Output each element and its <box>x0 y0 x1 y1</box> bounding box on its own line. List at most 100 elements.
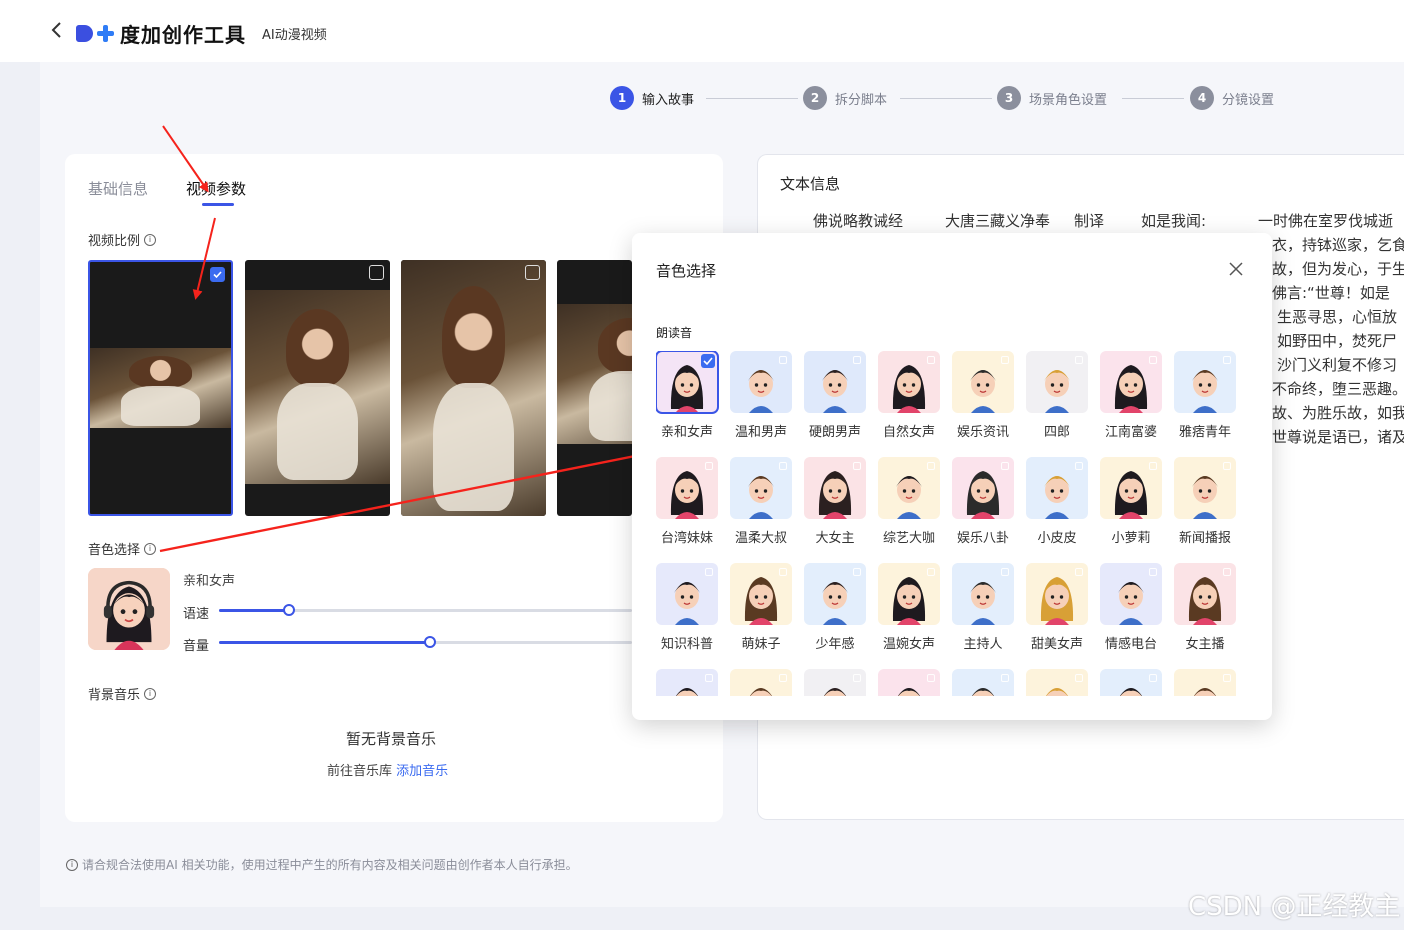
voice-avatar[interactable] <box>656 669 718 696</box>
voice-avatar[interactable] <box>1026 563 1088 625</box>
voice-option[interactable]: 情感电台 <box>1100 563 1162 652</box>
voice-option[interactable]: 萌妹子 <box>730 563 792 652</box>
step-1[interactable]: 1 输入故事 <box>610 86 694 110</box>
ratio-option-9-16[interactable] <box>401 260 546 516</box>
voice-avatar[interactable] <box>952 457 1014 519</box>
voice-option[interactable]: 温柔大叔 <box>730 457 792 546</box>
checkbox-icon[interactable] <box>1149 568 1157 576</box>
voice-avatar[interactable] <box>878 563 940 625</box>
checkbox-icon[interactable] <box>1223 568 1231 576</box>
voice-avatar[interactable] <box>656 563 718 625</box>
voice-avatar[interactable] <box>878 351 940 413</box>
step-2[interactable]: 2 拆分脚本 <box>803 86 887 110</box>
checkbox-icon[interactable] <box>1001 356 1009 364</box>
voice-avatar[interactable] <box>878 457 940 519</box>
voice-option[interactable]: 自然女声 <box>878 351 940 440</box>
voice-option[interactable]: 小萝莉 <box>1100 457 1162 546</box>
voice-avatar[interactable] <box>878 669 940 696</box>
voice-option[interactable] <box>1174 669 1236 696</box>
checkbox-checked-icon[interactable] <box>210 267 225 282</box>
checkbox-icon[interactable] <box>525 265 540 280</box>
checkbox-icon[interactable] <box>779 568 787 576</box>
checkbox-icon[interactable] <box>1223 356 1231 364</box>
voice-option[interactable]: 台湾妹妹 <box>656 457 718 546</box>
checkbox-icon[interactable] <box>853 356 861 364</box>
ratio-option-3-4[interactable] <box>245 260 390 516</box>
voice-option[interactable]: 娱乐八卦 <box>952 457 1014 546</box>
voice-option[interactable]: 大女主 <box>804 457 866 546</box>
voice-option[interactable]: 小皮皮 <box>1026 457 1088 546</box>
voice-option[interactable] <box>730 669 792 696</box>
voice-avatar[interactable] <box>1100 457 1162 519</box>
voice-avatar[interactable] <box>730 669 792 696</box>
voice-avatar[interactable] <box>1174 669 1236 696</box>
checkbox-icon[interactable] <box>779 462 787 470</box>
close-icon[interactable] <box>1228 261 1244 277</box>
voice-avatar[interactable] <box>952 563 1014 625</box>
voice-option[interactable] <box>952 669 1014 696</box>
voice-option[interactable] <box>656 669 718 696</box>
voice-option[interactable]: 知识科普 <box>656 563 718 652</box>
voice-avatar[interactable] <box>952 351 1014 413</box>
voice-avatar[interactable] <box>804 457 866 519</box>
voice-option[interactable]: 温婉女声 <box>878 563 940 652</box>
checkbox-icon[interactable] <box>779 674 787 682</box>
voice-option[interactable]: 江南富婆 <box>1100 351 1162 440</box>
checkbox-icon[interactable] <box>927 674 935 682</box>
voice-avatar[interactable] <box>88 568 170 650</box>
checkbox-icon[interactable] <box>705 462 713 470</box>
voice-avatar[interactable] <box>1174 457 1236 519</box>
voice-avatar[interactable] <box>1174 351 1236 413</box>
voice-avatar[interactable] <box>1100 669 1162 696</box>
voice-option[interactable]: 综艺大咖 <box>878 457 940 546</box>
volume-slider-handle[interactable] <box>423 636 436 648</box>
checkbox-icon[interactable] <box>1001 674 1009 682</box>
speed-slider[interactable] <box>219 604 632 616</box>
checkbox-icon[interactable] <box>927 568 935 576</box>
voice-option[interactable]: 主持人 <box>952 563 1014 652</box>
voice-avatar[interactable] <box>952 669 1014 696</box>
voice-avatar[interactable] <box>656 351 719 414</box>
checkbox-icon[interactable] <box>853 568 861 576</box>
voice-avatar[interactable] <box>804 669 866 696</box>
voice-avatar[interactable] <box>730 351 792 413</box>
voice-option[interactable] <box>878 669 940 696</box>
checkbox-icon[interactable] <box>779 356 787 364</box>
ratio-option-4-3[interactable] <box>557 260 632 516</box>
voice-option[interactable] <box>1100 669 1162 696</box>
voice-avatar[interactable] <box>804 351 866 413</box>
voice-avatar[interactable] <box>730 563 792 625</box>
checkbox-icon[interactable] <box>1001 568 1009 576</box>
voice-option[interactable] <box>1026 669 1088 696</box>
checkbox-icon[interactable] <box>927 462 935 470</box>
voice-option[interactable]: 娱乐资讯 <box>952 351 1014 440</box>
voice-option[interactable] <box>804 669 866 696</box>
checkbox-icon[interactable] <box>927 356 935 364</box>
voice-avatar[interactable] <box>1026 457 1088 519</box>
checkbox-icon[interactable] <box>369 265 384 280</box>
checkbox-icon[interactable] <box>1149 462 1157 470</box>
checkbox-icon[interactable] <box>1149 356 1157 364</box>
voice-option[interactable]: 温和男声 <box>730 351 792 440</box>
tab-video-params[interactable]: 视频参数 <box>186 178 246 199</box>
volume-slider[interactable] <box>219 636 632 648</box>
voice-option[interactable]: 硬朗男声 <box>804 351 866 440</box>
tab-basic-info[interactable]: 基础信息 <box>88 178 148 199</box>
ratio-option-16-9[interactable] <box>88 260 233 516</box>
voice-option[interactable]: 少年感 <box>804 563 866 652</box>
checkbox-icon[interactable] <box>1223 462 1231 470</box>
voice-avatar[interactable] <box>804 563 866 625</box>
checkbox-icon[interactable] <box>1075 674 1083 682</box>
checkbox-icon[interactable] <box>1075 356 1083 364</box>
checkbox-icon[interactable] <box>1223 674 1231 682</box>
voice-option[interactable]: 甜美女声 <box>1026 563 1088 652</box>
info-icon[interactable]: i <box>144 233 157 246</box>
checkbox-icon[interactable] <box>1001 462 1009 470</box>
step-4[interactable]: 4 分镜设置 <box>1190 86 1274 110</box>
add-music-link[interactable]: 添加音乐 <box>396 764 448 779</box>
voice-avatar[interactable] <box>1100 563 1162 625</box>
checkbox-icon[interactable] <box>1149 674 1157 682</box>
voice-option[interactable]: 新闻播报 <box>1174 457 1236 546</box>
checkbox-icon[interactable] <box>853 462 861 470</box>
voice-option[interactable]: 雅痞青年 <box>1174 351 1236 440</box>
